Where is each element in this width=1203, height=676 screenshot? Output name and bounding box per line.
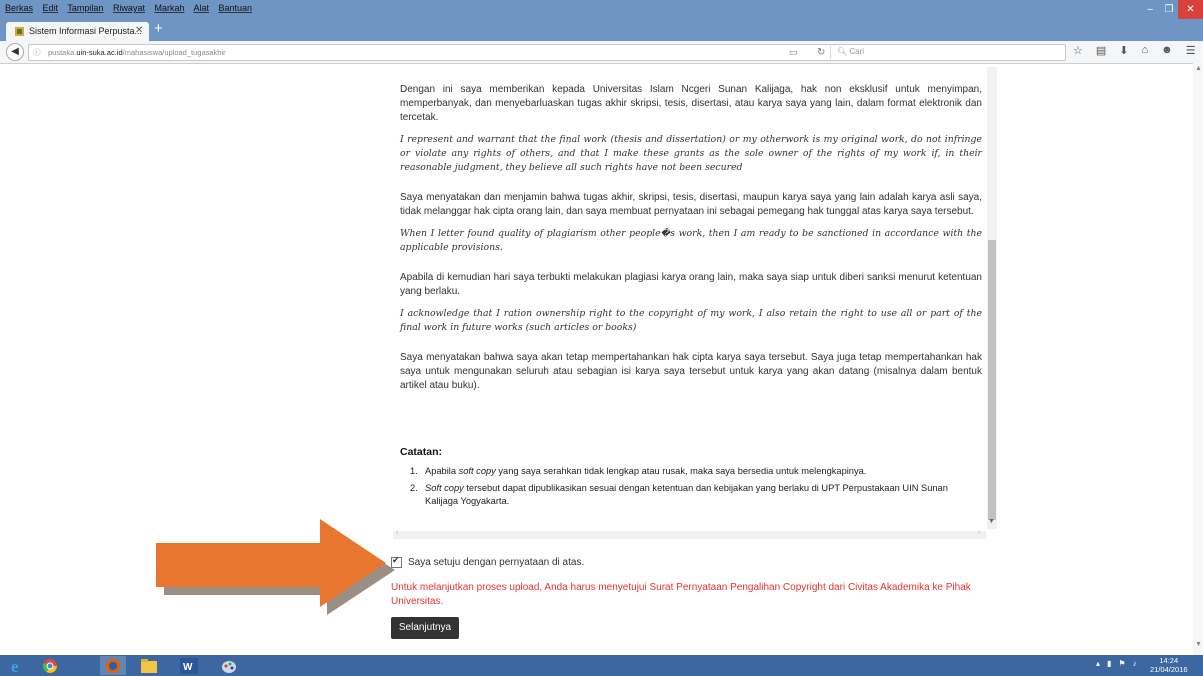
menu-tampilan[interactable]: Tampilan — [67, 3, 103, 13]
text-box-scrollbar[interactable]: ▼ — [987, 67, 997, 529]
menu-edit[interactable]: Edit — [43, 3, 59, 13]
minimize-icon[interactable]: – — [1140, 0, 1160, 19]
back-icon[interactable]: ◀ — [6, 43, 24, 61]
paragraph-4: Saya menyatakan bahwa saya akan tetap me… — [400, 352, 982, 391]
scroll-right-icon[interactable]: › — [978, 529, 980, 536]
notes-heading: Catatan: — [400, 446, 443, 458]
menu-riwayat[interactable]: Riwayat — [113, 3, 145, 13]
tray-expand-icon[interactable]: ▴ — [1096, 659, 1100, 668]
tab-close-icon[interactable]: ✕ — [135, 25, 143, 36]
reader-view-icon[interactable]: ▭ — [789, 45, 798, 60]
site-info-icon[interactable]: ⓘ — [33, 45, 41, 60]
browser-tab[interactable]: Sistem Informasi Perpusta... ✕ — [6, 22, 149, 41]
paint-icon[interactable] — [216, 656, 242, 675]
next-button[interactable]: Selanjutnya — [391, 617, 459, 639]
menu-bantuan[interactable]: Bantuan — [219, 3, 253, 13]
scroll-down-icon[interactable]: ▼ — [988, 518, 995, 525]
hamburger-menu-icon[interactable]: ☰ — [1186, 44, 1196, 57]
clock-date: 21/04/2016 — [1150, 665, 1188, 674]
bookmarks-menu-icon[interactable]: ▤ — [1096, 44, 1106, 57]
agreement-text: Dengan ini saya memberikan kepada Univer… — [400, 83, 982, 401]
svg-text:W: W — [183, 662, 193, 673]
ie-icon[interactable]: e — [5, 656, 31, 675]
downloads-icon[interactable]: ⬇ — [1119, 44, 1128, 57]
network-icon[interactable]: ▮ — [1107, 659, 1111, 668]
site-favicon-icon — [15, 27, 24, 36]
paragraph-2-en: When I letter found quality of plagiaris… — [400, 228, 982, 253]
scroll-left-icon[interactable]: ‹ — [396, 529, 398, 536]
menu-markah[interactable]: Markah — [154, 3, 184, 13]
paragraph-1-en: I represent and warrant that the final w… — [400, 134, 982, 173]
chrome-icon[interactable] — [37, 656, 63, 675]
pointing-arrow-icon — [156, 519, 395, 615]
clock-time: 14:24 — [1159, 656, 1179, 665]
taskbar-clock[interactable]: 14:24 21/04/2016 — [1150, 656, 1188, 674]
notes-list: 1. Apabila soft copy yang saya serahkan t… — [410, 465, 980, 512]
firefox-icon[interactable] — [100, 656, 126, 675]
agree-label: Saya setuju dengan pernyataan di atas. — [408, 557, 585, 568]
scrollbar-thumb[interactable] — [988, 240, 996, 520]
search-placeholder: Cari — [849, 47, 865, 56]
warning-message: Untuk melanjutkan proses upload, Anda ha… — [391, 582, 971, 607]
page-scroll-down-icon[interactable]: ▼ — [1195, 641, 1202, 648]
note-item: 2. Soft copy tersebut dapat dipublikasika… — [410, 483, 948, 506]
paragraph-3: Apabila di kemudian hari saya terbukti m… — [400, 272, 982, 297]
agree-checkbox-row[interactable]: Saya setuju dengan pernyataan di atas. — [391, 555, 585, 568]
home-icon[interactable]: ⌂ — [1142, 44, 1149, 57]
search-icon: 🔍︎ — [837, 47, 848, 56]
url-text: pustaka.uin-suka.ac.id/mahasiswa/upload_… — [48, 48, 226, 57]
menu-berkas[interactable]: Berkas — [5, 3, 33, 13]
new-tab-icon[interactable]: + — [154, 20, 163, 37]
system-tray: ▴ ▮ ⚑ ♪ — [1096, 659, 1137, 668]
menu-bar: Berkas Edit Tampilan Riwayat Markah Alat… — [0, 0, 1203, 19]
toolbar-icons: ☆ ▤ ⬇ ⌂ ☻ ☰ — [1073, 44, 1196, 57]
page-scrollbar[interactable]: ▲ ▼ — [1193, 63, 1203, 655]
menu-alat[interactable]: Alat — [194, 3, 210, 13]
bookmark-star-icon[interactable]: ☆ — [1073, 44, 1083, 57]
navigation-bar: ◀ ⓘ pustaka.uin-suka.ac.id/mahasiswa/upl… — [0, 41, 1203, 64]
paragraph-1: Dengan ini saya memberikan kepada Univer… — [400, 84, 982, 123]
volume-icon[interactable]: ♪ — [1133, 659, 1137, 668]
search-field[interactable]: 🔍︎ Cari — [830, 44, 1072, 59]
tab-title: Sistem Informasi Perpusta... — [29, 26, 143, 36]
word-icon[interactable]: W — [176, 656, 202, 675]
note-item: 1. Apabila soft copy yang saya serahkan t… — [410, 466, 867, 476]
menu-items: Berkas Edit Tampilan Riwayat Markah Alat… — [5, 3, 259, 13]
file-explorer-icon[interactable] — [136, 656, 162, 675]
paragraph-2: Saya menyatakan dan menjamin bahwa tugas… — [400, 192, 982, 217]
tab-strip: Sistem Informasi Perpusta... ✕ + — [0, 19, 1203, 41]
restore-icon[interactable]: ❐ — [1160, 0, 1178, 19]
window-close-icon[interactable]: ✕ — [1178, 0, 1203, 19]
horizontal-scrollbar[interactable]: ‹ › — [393, 529, 986, 539]
svg-text:e: e — [11, 657, 19, 675]
reload-icon[interactable]: ↻ — [817, 45, 825, 60]
taskbar: e W ▴ ▮ ⚑ ♪ 14:24 21/04/2016 — [0, 655, 1203, 676]
url-bar[interactable]: ⓘ pustaka.uin-suka.ac.id/mahasiswa/uploa… — [28, 44, 1066, 61]
pocket-icon[interactable]: ☻ — [1161, 44, 1173, 57]
agree-checkbox[interactable] — [391, 555, 402, 568]
flag-icon[interactable]: ⚑ — [1118, 659, 1125, 668]
page-scroll-up-icon[interactable]: ▲ — [1195, 65, 1202, 72]
paragraph-3-en: I acknowledge that I ration ownership ri… — [400, 308, 982, 333]
